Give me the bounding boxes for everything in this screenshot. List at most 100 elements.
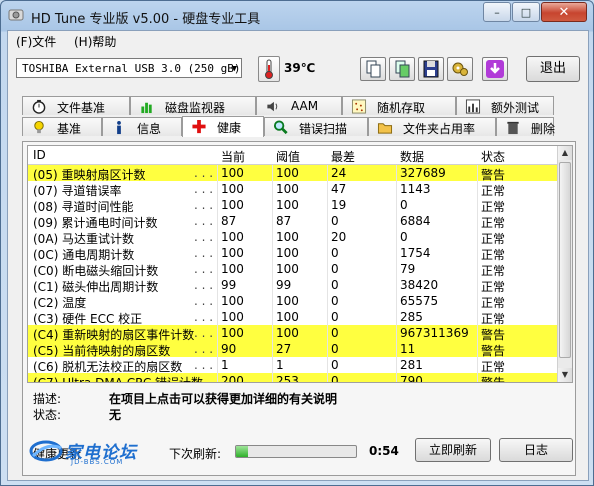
tab-disk-monitor[interactable]: 磁盘监视器 [130, 96, 256, 115]
cell-worst: 24 [331, 166, 347, 180]
column-separator [217, 293, 218, 309]
tab-health[interactable]: 健康 [182, 116, 264, 137]
column-separator [396, 309, 397, 325]
table-row[interactable]: (C6) 脱机无法校正的扇区数. . . 1 1 0 281 正常 [28, 357, 558, 374]
cell-thr: 100 [276, 262, 299, 276]
cell-worst: 0 [331, 358, 339, 372]
tab-info[interactable]: 信息 [102, 117, 182, 136]
table-row[interactable]: (07) 寻道错误率. . . 100 100 47 1143 正常 [28, 181, 558, 198]
table-row[interactable]: (C0) 断电磁头缩回计数. . . 100 100 0 79 正常 [28, 261, 558, 278]
download-arrow-icon [486, 60, 504, 78]
column-separator [217, 309, 218, 325]
cell-worst: 0 [331, 294, 339, 308]
table-row[interactable]: (08) 寻道时间性能. . . 100 100 19 0 正常 [28, 197, 558, 214]
hdtune-app-icon [8, 9, 24, 21]
cell-worst: 47 [331, 182, 347, 196]
tab-label: 健康 [217, 121, 242, 135]
cell-thr: 100 [276, 246, 299, 260]
column-separator [217, 357, 218, 373]
row-dots: . . . [194, 214, 214, 228]
tab-benchmark[interactable]: 基准 [22, 117, 102, 136]
column-separator [477, 213, 478, 229]
cell-cur: 100 [221, 310, 244, 324]
cell-cur: 100 [221, 198, 244, 212]
row-dots: . . . [194, 310, 214, 324]
folder-icon [377, 123, 393, 134]
minimize-button[interactable]: – [483, 2, 511, 22]
column-separator [217, 213, 218, 229]
tab-folder-usage[interactable]: 文件夹占用率 [368, 117, 496, 136]
cell-data: 0 [400, 198, 408, 212]
col-status[interactable]: 状态 [481, 148, 505, 165]
column-separator [396, 373, 397, 382]
cell-cur: 100 [221, 262, 244, 276]
watermark-subtext: JD-BBS.COM [71, 458, 124, 466]
cell-cur: 100 [221, 230, 244, 244]
table-row[interactable]: (C1) 磁头伸出周期计数. . . 99 99 0 38420 正常 [28, 277, 558, 294]
column-separator [477, 261, 478, 277]
tab-erase[interactable]: 删除 [496, 117, 555, 136]
table-row[interactable]: (05) 重映射扇区计数. . . 100 100 24 327689 警告 [28, 165, 558, 182]
cell-thr: 100 [276, 294, 299, 308]
table-row[interactable]: (0C) 通电周期计数. . . 100 100 0 1754 正常 [28, 245, 558, 262]
copy-text-button[interactable] [360, 57, 386, 81]
row-dots: . . . [194, 246, 214, 260]
cell-worst: 0 [331, 262, 339, 276]
table-row[interactable]: (C3) 硬件 ECC 校正. . . 100 100 0 285 正常 [28, 309, 558, 326]
column-separator [272, 229, 273, 245]
maximize-button[interactable]: □ [512, 2, 540, 22]
table-row[interactable]: (0A) 马达重试计数. . . 100 100 20 0 正常 [28, 229, 558, 246]
tab-aam[interactable]: AAM [256, 96, 342, 115]
close-button[interactable]: ✕ [541, 2, 587, 22]
status-label: 状态: [33, 408, 62, 422]
table-row[interactable]: (C4) 重新映射的扇区事件计数. . . 100 100 0 967311369 警告 [28, 325, 558, 342]
table-row[interactable]: (C7) Ultra DMA CRC 错误计数. . . 200 253 0 790 警告 [28, 373, 558, 383]
col-worst[interactable]: 最差 [331, 148, 355, 165]
tab-extra-tests[interactable]: 额外测试 [456, 96, 554, 115]
speaker-icon [267, 101, 278, 112]
col-data[interactable]: 数据 [400, 148, 424, 165]
column-separator [396, 325, 397, 341]
column-separator [272, 245, 273, 261]
scroll-thumb[interactable] [559, 162, 571, 358]
scroll-up-icon[interactable]: ▲ [558, 146, 572, 160]
column-separator [272, 277, 273, 293]
refresh-now-button[interactable]: 立即刷新 [415, 438, 491, 462]
drive-select[interactable]: TOSHIBA External USB 3.0 (250 gB) ▼ [16, 58, 242, 78]
table-row[interactable]: (C5) 当前待映射的扇区数. . . 90 27 0 11 警告 [28, 341, 558, 358]
tab-label: 磁盘监视器 [165, 101, 226, 115]
tab-file-benchmark[interactable]: 文件基准 [22, 96, 130, 115]
trash-icon [507, 121, 519, 135]
download-button[interactable] [482, 57, 508, 81]
column-separator [477, 357, 478, 373]
lightbulb-icon [34, 120, 44, 134]
tab-label: 额外测试 [491, 101, 540, 115]
save-button[interactable] [418, 57, 444, 81]
log-button[interactable]: 日志 [499, 438, 573, 462]
tab-label: 错误扫描 [299, 122, 348, 136]
tab-label: 文件基准 [57, 101, 106, 115]
column-separator [477, 245, 478, 261]
col-id[interactable]: ID [33, 148, 46, 162]
options-button[interactable] [447, 57, 473, 81]
copy-screenshot-button[interactable] [389, 57, 415, 81]
tab-random-access[interactable]: 随机存取 [342, 96, 456, 115]
column-separator [327, 325, 328, 341]
table-header: ID 当前 阈值 最差 数据 状态 [28, 146, 558, 165]
table-scrollbar[interactable]: ▲ ▼ [557, 146, 572, 382]
tab-label: 文件夹占用率 [403, 122, 476, 136]
menu-help[interactable]: (H)帮助 [74, 33, 116, 50]
exit-button[interactable]: 退出 [526, 56, 580, 82]
col-current[interactable]: 当前 [221, 148, 245, 165]
table-row[interactable]: (C2) 温度. . . 100 100 0 65575 正常 [28, 293, 558, 310]
tab-error-scan[interactable]: 错误扫描 [264, 117, 368, 136]
cell-thr: 1 [276, 358, 284, 372]
scroll-down-icon[interactable]: ▼ [558, 368, 572, 382]
description-label: 描述: [33, 392, 62, 406]
col-threshold[interactable]: 阈值 [276, 148, 300, 165]
cell-data: 790 [400, 374, 423, 383]
floppy-disk-icon [423, 60, 439, 78]
title-bar[interactable]: HD Tune 专业版 v5.00 - 硬盘专业工具 – □ ✕ [1, 1, 593, 29]
menu-file[interactable]: (F)文件 [16, 33, 56, 50]
table-row[interactable]: (09) 累计通电时间计数. . . 87 87 0 6884 正常 [28, 213, 558, 230]
